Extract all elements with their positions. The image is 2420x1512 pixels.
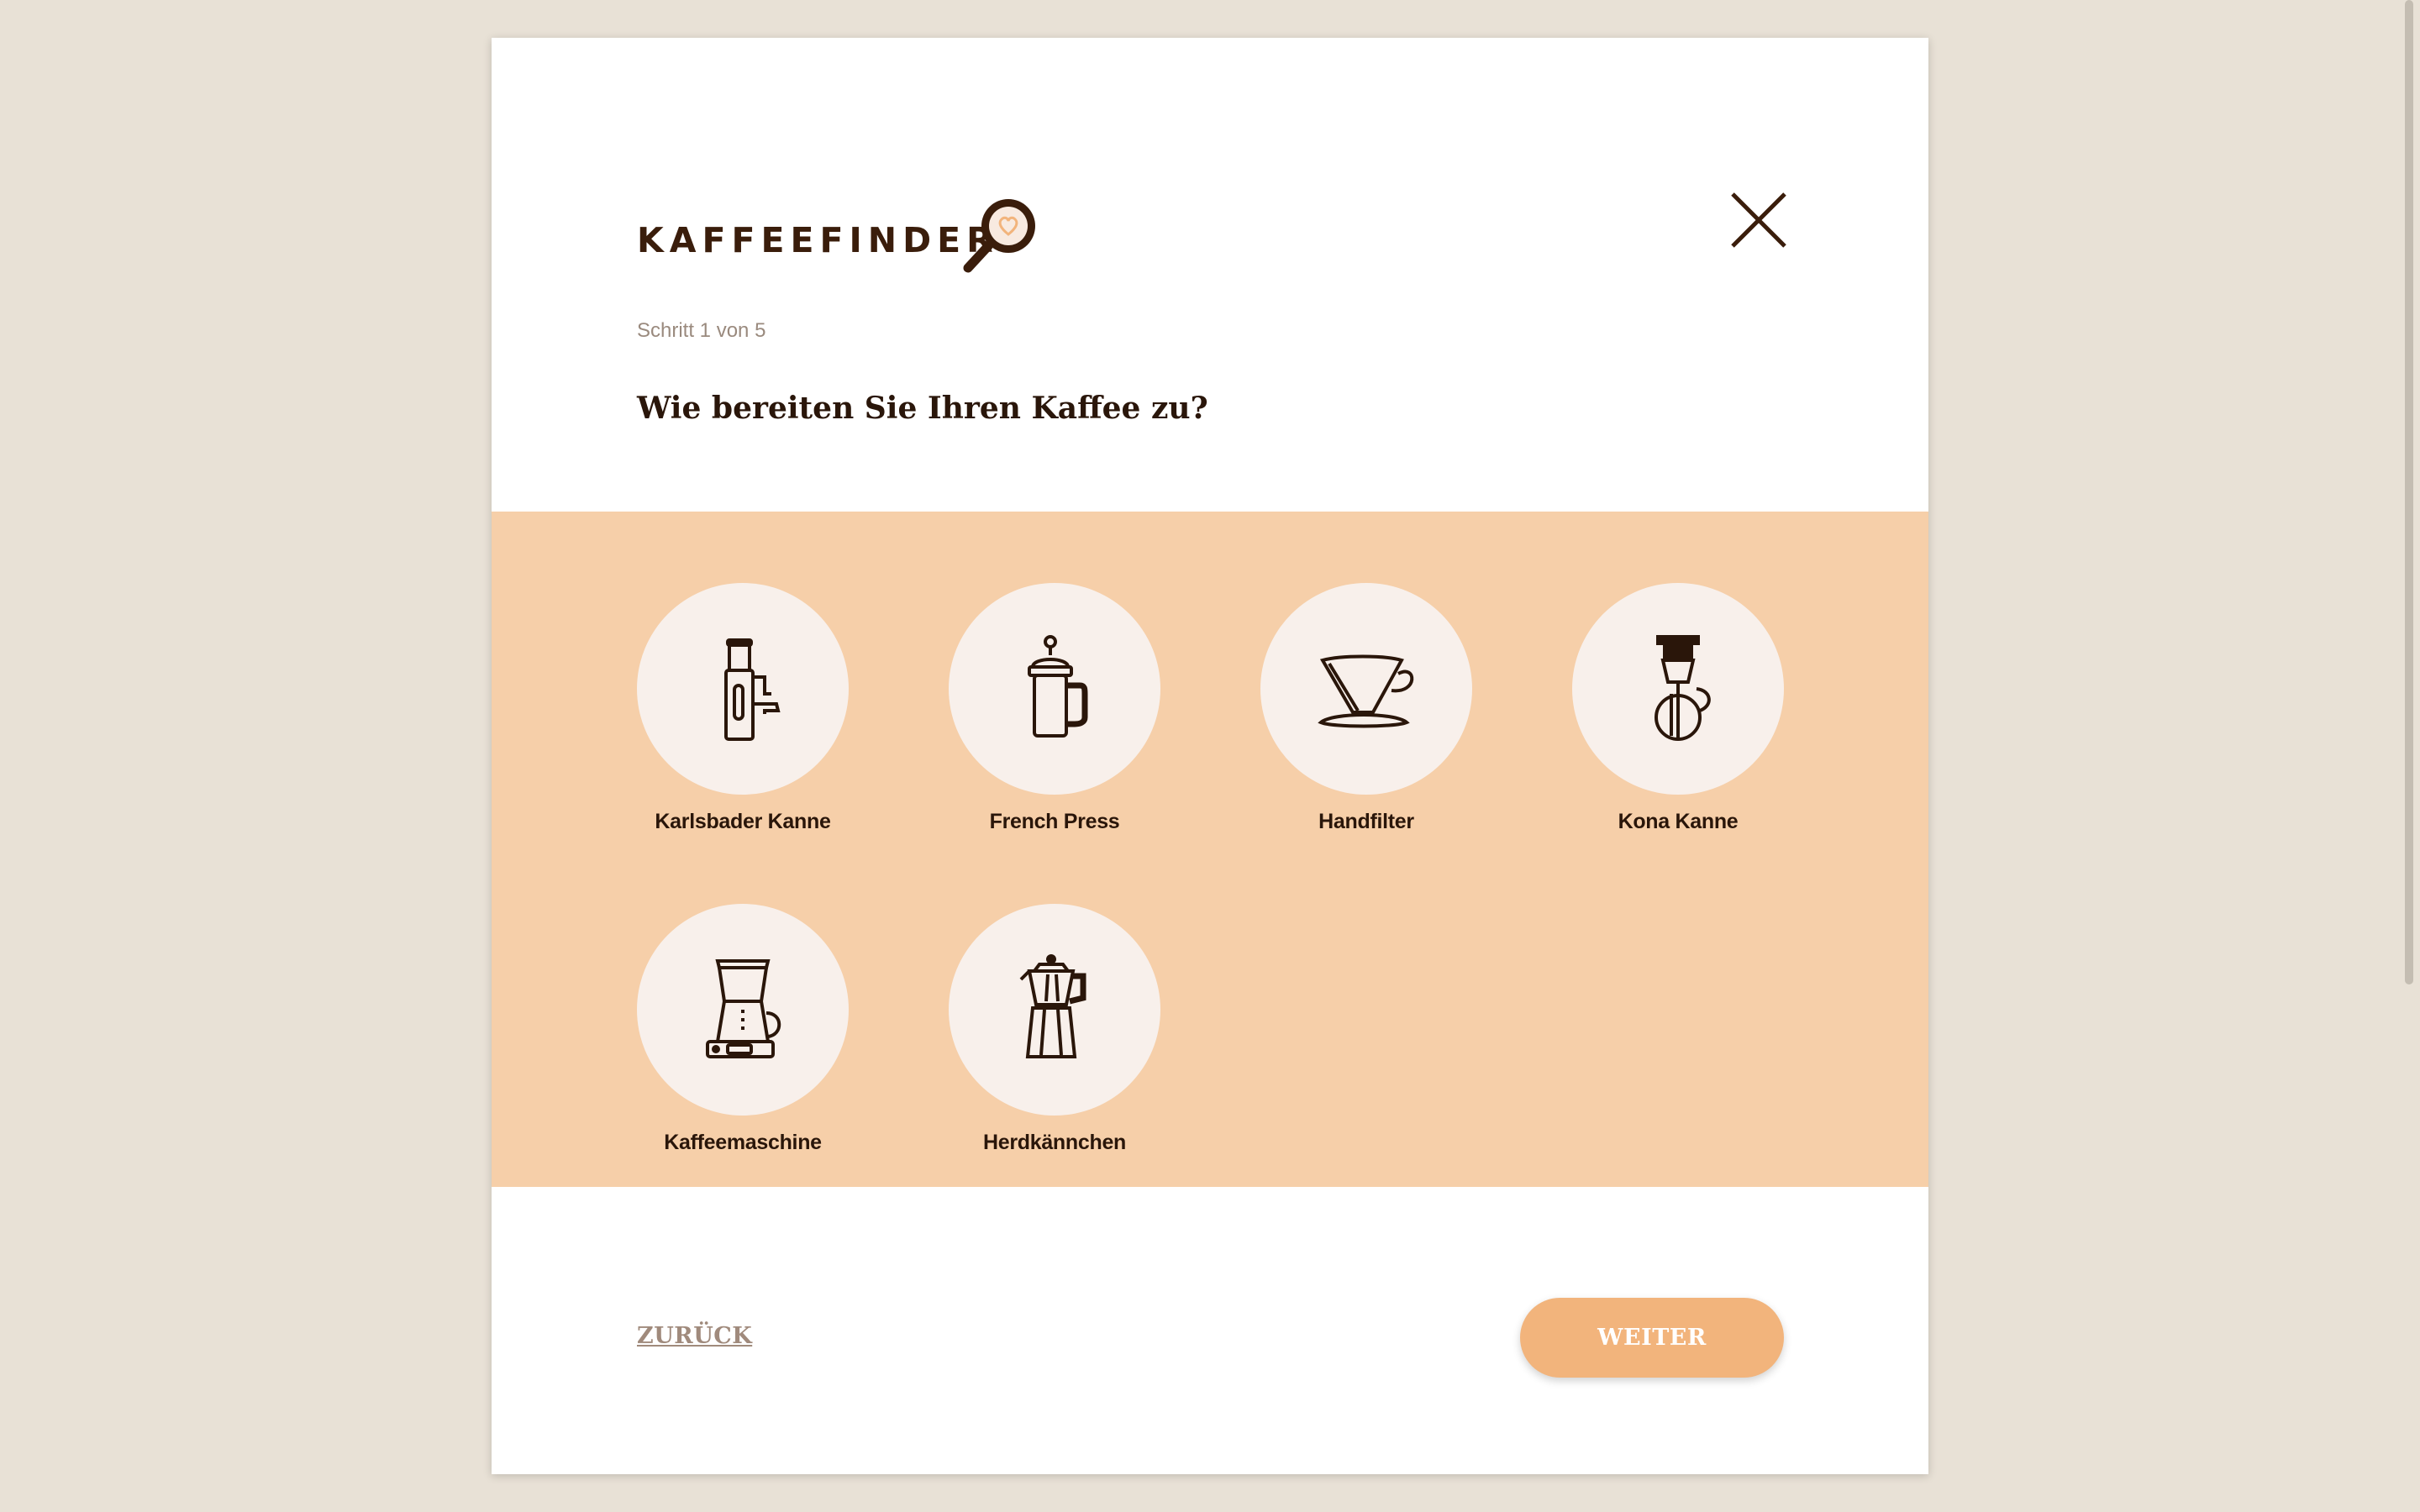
magnifier-heart-icon (963, 199, 1035, 273)
scrollbar-thumb[interactable] (2405, 0, 2413, 984)
herdkaennchen-icon (1019, 954, 1086, 1058)
option-label: Kona Kanne (1618, 810, 1739, 833)
kaffeemaschine-icon (706, 959, 781, 1058)
option-kaffeemaschine[interactable]: Kaffeemaschine (637, 904, 849, 1155)
brand-title: KAFFEEFINDER (637, 220, 999, 260)
option-circle[interactable] (949, 904, 1160, 1116)
options-grid: Karlsbader Kanne French Press Handfilter… (637, 583, 1784, 1155)
option-circle[interactable] (637, 583, 849, 795)
option-label: Kaffeemaschine (664, 1131, 822, 1154)
option-label: Karlsbader Kanne (655, 810, 831, 833)
modal-header: KAFFEEFINDER (637, 155, 1788, 273)
kaffeefinder-modal: KAFFEEFINDER Schritt 1 von 5 Wie bereite… (492, 38, 1928, 1474)
option-label: Herdkännchen (982, 1131, 1127, 1154)
option-kona-kanne[interactable]: Kona Kanne (1572, 583, 1784, 834)
french-press-icon (1028, 635, 1088, 738)
close-icon[interactable] (1729, 191, 1788, 249)
option-french-press[interactable]: French Press (949, 583, 1160, 834)
option-circle[interactable] (1260, 583, 1472, 795)
options-section: Karlsbader Kanne French Press Handfilter… (492, 512, 1928, 1187)
option-label: French Press (989, 810, 1120, 833)
option-handfilter[interactable]: Handfilter (1260, 583, 1472, 834)
option-label: Handfilter (1318, 810, 1414, 833)
option-circle[interactable] (1572, 583, 1784, 795)
step-indicator: Schritt 1 von 5 (637, 319, 766, 342)
page-scrollbar[interactable] (2400, 0, 2420, 1512)
option-circle[interactable] (949, 583, 1160, 795)
option-herdkaennchen[interactable]: Herdkännchen (949, 904, 1160, 1155)
back-button[interactable]: ZURÜCK (637, 1323, 752, 1349)
option-karlsbader-kanne[interactable]: Karlsbader Kanne (637, 583, 849, 834)
karlsbader-kanne-icon (724, 638, 781, 741)
kona-kanne-icon (1655, 635, 1711, 741)
handfilter-icon (1318, 654, 1414, 728)
question-title: Wie bereiten Sie Ihren Kaffee zu? (637, 391, 1208, 426)
option-circle[interactable] (637, 904, 849, 1116)
next-button[interactable]: WEITER (1520, 1298, 1784, 1378)
